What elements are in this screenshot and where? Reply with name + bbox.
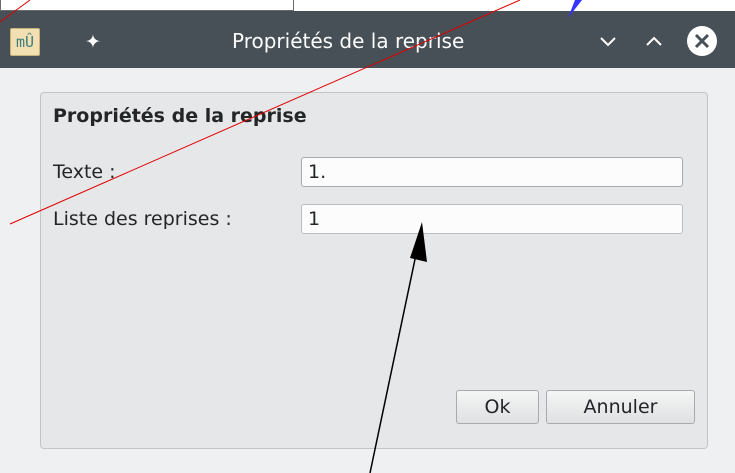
pin-icon[interactable]: ✦ <box>80 29 106 55</box>
properties-group: Propriétés de la reprise Texte : Liste d… <box>40 92 708 449</box>
dialog-window: mÛ ✦ Propriétés de la reprise Propriétés… <box>0 11 735 473</box>
chevron-down-icon <box>600 37 616 47</box>
liste-reprises-input[interactable] <box>301 204 683 234</box>
maximize-button[interactable] <box>640 27 668 55</box>
app-icon: mÛ <box>10 28 40 56</box>
group-title: Propriétés de la reprise <box>53 105 307 127</box>
minimize-button[interactable] <box>594 27 622 55</box>
close-button[interactable] <box>687 26 717 56</box>
title-bar: mÛ ✦ Propriétés de la reprise <box>0 11 735 68</box>
texte-label: Texte : <box>53 161 116 183</box>
chevron-up-icon <box>646 36 662 46</box>
window-title: Propriétés de la reprise <box>232 29 465 53</box>
texte-input[interactable] <box>301 157 683 187</box>
background-window-fragment <box>0 0 294 11</box>
cancel-button[interactable]: Annuler <box>546 390 695 424</box>
ok-button[interactable]: Ok <box>456 390 539 424</box>
liste-reprises-label: Liste des reprises : <box>53 208 232 230</box>
close-icon <box>694 33 710 49</box>
